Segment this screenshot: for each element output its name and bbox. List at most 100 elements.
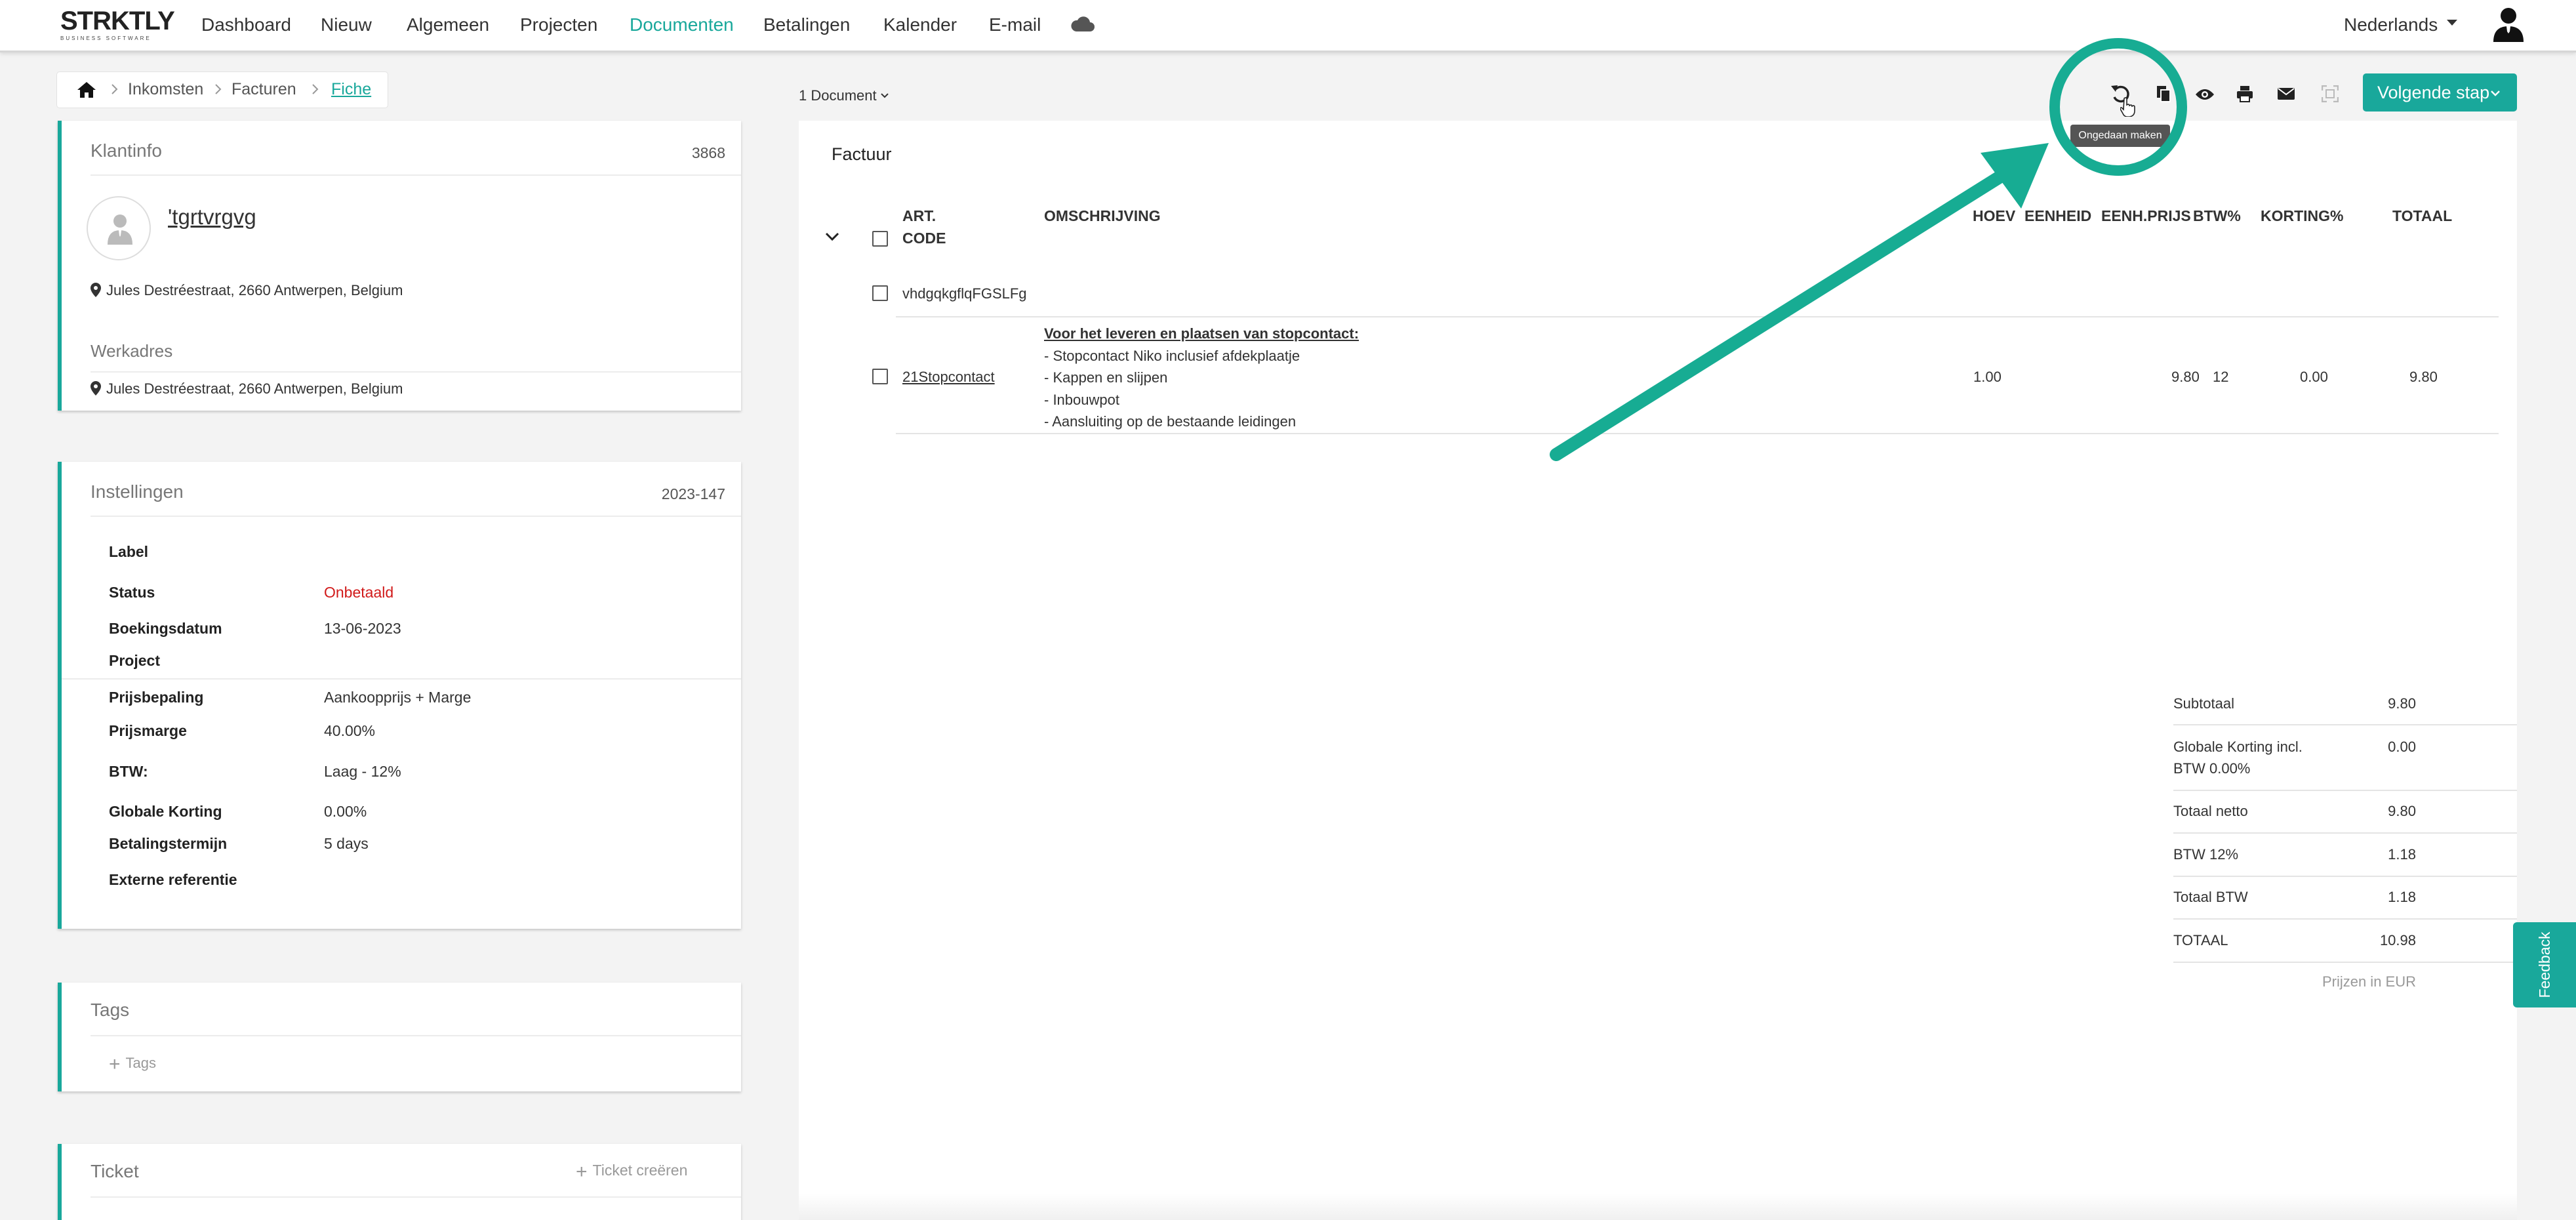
eye-icon[interactable]	[2195, 88, 2215, 101]
header-vat: BTW%	[2193, 207, 2241, 224]
map-pin-icon	[91, 381, 101, 396]
breadcrumb-fiche[interactable]: Fiche	[331, 80, 371, 99]
user-icon[interactable]	[2492, 7, 2525, 43]
nav-algemeen[interactable]: Algemeen	[407, 14, 489, 35]
total-vat-label: Totaal BTW	[2173, 889, 2248, 905]
line-item-description[interactable]: Voor het leveren en plaatsen van stopcon…	[1044, 323, 1359, 433]
line-item-qty[interactable]: 1.00	[1973, 366, 2002, 388]
pricing-value[interactable]: Aankoopprijs + Marge	[324, 689, 471, 706]
map-pin-icon	[91, 283, 101, 297]
add-tag-label: Tags	[125, 1055, 157, 1071]
setting-pricing-label: Prijsbepaling	[109, 689, 204, 706]
nav-nieuw[interactable]: Nieuw	[321, 14, 372, 35]
group-row-title[interactable]: vhdgqkgflqFGSLFg	[902, 283, 1027, 305]
divider	[91, 516, 741, 517]
next-step-label: Volgende stap	[2377, 83, 2490, 102]
plus-icon: +	[576, 1161, 588, 1183]
booking-date-value[interactable]: 13-06-2023	[324, 620, 401, 638]
group-row-checkbox[interactable]	[872, 285, 888, 301]
mail-icon[interactable]	[2278, 88, 2295, 100]
document-title: Factuur	[832, 144, 892, 164]
logo-text: STRKTLY	[60, 7, 175, 35]
vat-12-label: BTW 12%	[2173, 846, 2239, 863]
nav-documenten[interactable]: Documenten	[630, 14, 734, 35]
chevron-down-icon[interactable]	[2447, 20, 2457, 26]
chevron-right-icon	[111, 83, 119, 95]
line-item-checkbox[interactable]	[872, 369, 888, 384]
discount-value[interactable]: 0.00%	[324, 803, 367, 821]
chevron-down-icon	[881, 93, 889, 98]
panel-title: Instellingen	[91, 481, 184, 502]
cloud-icon[interactable]	[1070, 14, 1095, 34]
plus-icon: +	[109, 1053, 121, 1075]
nav-dashboard[interactable]: Dashboard	[201, 14, 291, 35]
net-total-value: 9.80	[2388, 803, 2416, 819]
margin-value[interactable]: 40.00%	[324, 722, 375, 740]
document-count-dropdown[interactable]: 1 Document	[799, 87, 889, 104]
collapse-chevron-icon[interactable]	[825, 232, 839, 241]
scan-icon[interactable]	[2322, 85, 2339, 102]
header-unit: EENHEID	[2024, 207, 2092, 224]
work-address-text: Jules Destréestraat, 2660 Antwerpen, Bel…	[106, 380, 403, 397]
document-editor: Factuur ART. CODE OMSCHRIJVING HOEV EENHE…	[799, 121, 2517, 1220]
client-address: Jules Destréestraat, 2660 Antwerpen, Bel…	[91, 282, 403, 299]
nav-betalingen[interactable]: Betalingen	[763, 14, 850, 35]
copy-icon[interactable]	[2156, 85, 2171, 102]
nav-kalender[interactable]: Kalender	[883, 14, 957, 35]
header-unit-price: EENH.PRIJS	[2101, 207, 2191, 224]
client-name-link[interactable]: 'tgrtvrgvg	[168, 205, 256, 230]
add-tag-button[interactable]: + Tags	[109, 1053, 156, 1076]
divider	[91, 1035, 741, 1036]
address-text: Jules Destréestraat, 2660 Antwerpen, Bel…	[106, 282, 403, 298]
print-icon[interactable]	[2236, 85, 2253, 102]
row-divider	[2173, 832, 2517, 834]
vat-value[interactable]: Laag - 12%	[324, 763, 401, 781]
global-discount-label: Globale Korting incl. BTW 0.00%	[2173, 736, 2303, 779]
create-ticket-label: Ticket creëren	[592, 1162, 688, 1179]
feedback-label: Feedback	[2536, 931, 2553, 998]
setting-vat-label: BTW:	[109, 763, 148, 780]
line-item-code-link[interactable]: 21Stopcontact	[902, 366, 995, 388]
breadcrumb: Inkomsten Facturen Fiche	[56, 71, 388, 108]
select-all-checkbox[interactable]	[872, 231, 888, 247]
invoice-number: 2023-147	[661, 485, 725, 502]
line-item-unit-price[interactable]: 9.80	[2171, 366, 2200, 388]
breadcrumb-facturen[interactable]: Facturen	[231, 80, 296, 99]
line-item-vat[interactable]: 12	[2213, 366, 2228, 388]
feedback-tab[interactable]: Feedback	[2513, 922, 2576, 1007]
divider	[91, 1196, 741, 1198]
divider	[62, 678, 741, 680]
divider	[91, 174, 741, 176]
work-address: Jules Destréestraat, 2660 Antwerpen, Bel…	[91, 380, 403, 397]
nav-projecten[interactable]: Projecten	[520, 14, 597, 35]
total-vat-value: 1.18	[2388, 889, 2416, 905]
nav-email[interactable]: E-mail	[989, 14, 1041, 35]
setting-discount-label: Globale Korting	[109, 803, 222, 820]
logo[interactable]: STRKTLY BUSINESS SOFTWARE	[60, 7, 175, 41]
breadcrumb-inkomsten[interactable]: Inkomsten	[128, 80, 203, 99]
panel-title: Ticket	[91, 1161, 139, 1181]
home-icon[interactable]	[77, 81, 96, 98]
subtotal-label: Subtotaal	[2173, 695, 2234, 712]
client-info-panel: Klantinfo 3868 'tgrtvrgvg Jules Destrées…	[58, 121, 741, 411]
row-divider	[2173, 790, 2517, 791]
global-discount-label-line1: Globale Korting incl.	[2173, 739, 2303, 755]
grand-total-label: TOTAAL	[2173, 932, 2228, 948]
header-code-line1: ART.	[902, 207, 936, 224]
global-discount-label-line2: BTW 0.00%	[2173, 760, 2251, 777]
header-code: ART. CODE	[902, 205, 946, 249]
setting-label-label: Label	[109, 543, 149, 560]
row-divider	[2173, 876, 2517, 877]
status-badge[interactable]: Onbetaald	[324, 584, 393, 601]
net-total-label: Totaal netto	[2173, 803, 2248, 819]
payment-term-value[interactable]: 5 days	[324, 835, 369, 853]
document-count-label: 1 Document	[799, 87, 877, 104]
setting-status-label: Status	[109, 584, 155, 601]
language-selector[interactable]: Nederlands	[2344, 14, 2438, 35]
setting-term-label: Betalingstermijn	[109, 835, 228, 852]
create-ticket-button[interactable]: + Ticket creëren	[576, 1161, 687, 1183]
setting-date-label: Boekingsdatum	[109, 620, 222, 637]
next-step-button[interactable]: Volgende stap	[2363, 73, 2517, 112]
line-item-discount[interactable]: 0.00	[2300, 366, 2328, 388]
client-number: 3868	[691, 144, 725, 161]
